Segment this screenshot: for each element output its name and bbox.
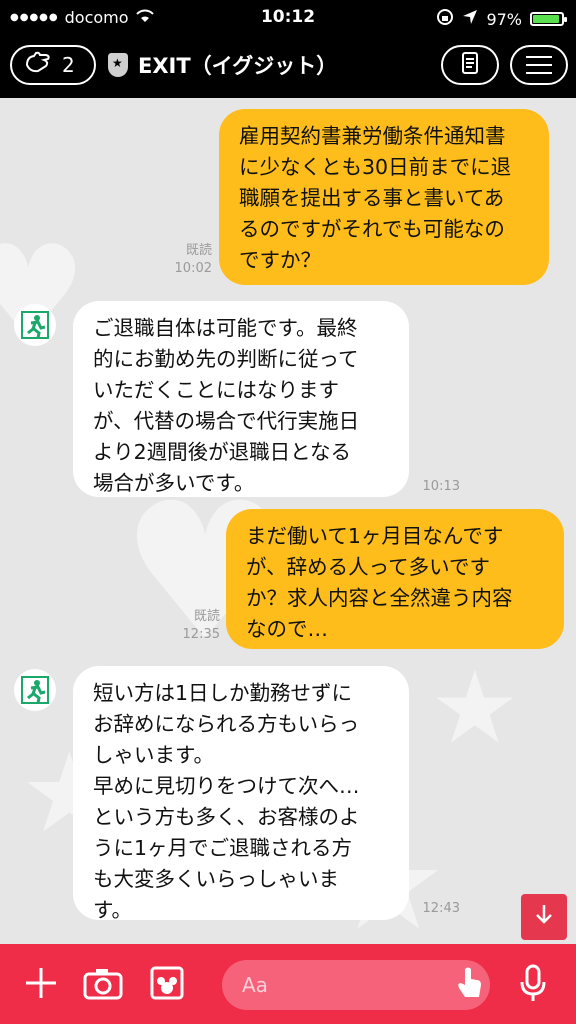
battery-icon xyxy=(530,12,567,26)
sticker-button[interactable] xyxy=(446,964,492,1006)
menu-button[interactable] xyxy=(510,45,568,85)
avatar[interactable] xyxy=(14,304,56,346)
official-badge-icon xyxy=(108,53,128,77)
hand-pointer-icon xyxy=(453,965,485,1005)
scroll-note-icon xyxy=(459,51,481,79)
camera-button[interactable] xyxy=(80,964,126,1006)
avatar[interactable] xyxy=(14,669,56,711)
voice-button[interactable] xyxy=(510,964,556,1006)
message-input-bar: Aa xyxy=(0,944,576,1024)
read-receipt: 既読 xyxy=(193,609,220,624)
status-right: 97% xyxy=(436,8,567,30)
rotation-lock-icon xyxy=(436,8,454,30)
exit-sign-icon xyxy=(21,676,49,704)
chat-area[interactable]: ♥ ♥ ★ ★ ★ 雇用契約書兼労働条件通知書 に少なくとも30日前までに退 職… xyxy=(0,98,576,944)
friend-count: 2 xyxy=(62,53,75,77)
arrow-down-icon xyxy=(532,902,556,933)
outgoing-message[interactable]: まだ働いて1ヶ月目なんです が、辞める人って多いです か？求人内容と全然違う内容… xyxy=(226,509,564,649)
hamburger-icon xyxy=(526,56,552,74)
battery-percent: 97% xyxy=(486,9,522,29)
chat-title: EXIT（イグジット） xyxy=(138,54,338,78)
message-meta: 既読 12:35 xyxy=(158,608,220,644)
hand-icon xyxy=(24,51,52,80)
message-time: 12:43 xyxy=(422,901,460,916)
location-icon xyxy=(462,9,478,29)
microphone-icon xyxy=(518,963,548,1007)
outgoing-message[interactable]: 雇用契約書兼労働条件通知書 に少なくとも30日前までに退 職願を提出する事と書い… xyxy=(219,109,549,285)
notes-button[interactable] xyxy=(441,45,499,85)
read-receipt: 既読 xyxy=(185,243,212,258)
scroll-to-bottom-button[interactable] xyxy=(521,894,567,940)
message-time: 12:35 xyxy=(182,627,220,642)
photo-button[interactable] xyxy=(144,964,190,1006)
chat-header: 2 EXIT（イグジット） xyxy=(0,36,576,98)
camera-icon xyxy=(82,966,124,1004)
add-button[interactable] xyxy=(18,964,64,1006)
chat-title-group[interactable]: EXIT（イグジット） xyxy=(108,50,337,80)
message-time: 10:13 xyxy=(422,479,460,494)
exit-sign-icon xyxy=(21,311,49,339)
friend-count-button[interactable]: 2 xyxy=(10,45,96,85)
image-icon xyxy=(149,965,185,1005)
plus-icon xyxy=(23,965,59,1005)
message-meta: 既読 10:02 xyxy=(150,242,212,278)
status-bar: ●●●●● docomo 10:12 97% xyxy=(0,0,576,36)
incoming-message[interactable]: 短い方は1日しか勤務せずに お辞めになられる方もいらっ しゃいます。 早めに見切… xyxy=(73,666,409,922)
incoming-message[interactable]: ご退職自体は可能です。最終 的にお勤め先の判断に従って いただくことにはなります… xyxy=(73,301,409,497)
background-star-icon: ★ xyxy=(430,649,520,766)
message-time: 10:02 xyxy=(174,261,212,276)
